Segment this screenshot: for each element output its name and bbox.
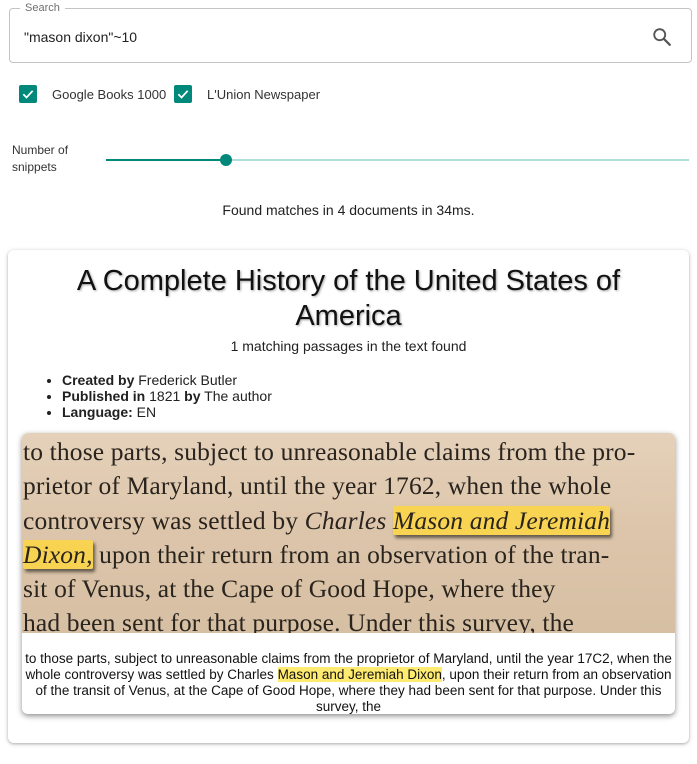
meta-year: 1821 (149, 388, 181, 404)
scan-line: had been sent for that purpose. Under th… (23, 608, 575, 633)
filter-label: L'Union Newspaper (207, 86, 321, 102)
meta-author: Frederick Butler (138, 372, 238, 388)
transcript-highlight: Mason and Jeremiah Dixon (277, 667, 442, 682)
meta-publisher: The author (204, 388, 272, 404)
search-status: Found matches in 4 documents in 34ms. (222, 202, 475, 218)
meta-language-label: Language: (62, 404, 133, 420)
meta-created-label: Created by (62, 372, 135, 388)
search-label: Search (20, 2, 65, 14)
snippets-slider[interactable] (106, 154, 689, 166)
scan-text: controversy was settled by (23, 505, 305, 535)
meta-by-label: by (184, 388, 201, 404)
filter-google-books[interactable]: Google Books 1000 (19, 84, 166, 104)
snippet-transcript: to those parts, subject to unreasonable … (22, 651, 675, 714)
search-field[interactable]: Search (9, 2, 692, 63)
scan-highlight: Dixon, (23, 539, 93, 569)
scan-highlight: Mason and Jeremiah (393, 505, 611, 535)
filter-lunion-newspaper[interactable]: L'Union Newspaper (174, 84, 320, 104)
checkbox-checked-icon[interactable] (19, 85, 37, 103)
scan-line: to those parts, subject to unreasonable … (23, 437, 636, 466)
snippets-slider-label: Number of snippets (12, 143, 69, 174)
scan-line: Dixon, upon their return from an observa… (23, 538, 675, 572)
page-scan-image: to those parts, subject to unreasonable … (22, 433, 675, 633)
match-count: 1 matching passages in the text found (230, 338, 467, 354)
scan-line: sit of Venus, at the Cape of Good Hope, … (23, 574, 556, 604)
meta-created: Created by Frederick Butler (62, 372, 272, 388)
scan-line: controversy was settled by Charles Mason… (23, 504, 675, 538)
filter-label: Google Books 1000 (52, 86, 167, 102)
meta-published: Published in 1821 by The author (62, 388, 272, 404)
document-title[interactable]: A Complete History of the United States … (38, 264, 659, 334)
search-icon[interactable] (651, 26, 673, 48)
scan-text-italic: Charles (304, 505, 393, 535)
meta-language: Language: EN (62, 404, 272, 420)
document-metadata: Created by Frederick Butler Published in… (62, 372, 272, 420)
slider-track (106, 159, 226, 161)
meta-published-label: Published in (62, 388, 146, 404)
checkbox-checked-icon[interactable] (174, 85, 192, 103)
meta-language-value: EN (136, 404, 157, 420)
search-input[interactable] (24, 26, 624, 48)
slider-thumb[interactable] (219, 154, 232, 166)
scan-line: prietor of Maryland, until the year 1762… (23, 471, 612, 501)
result-card: A Complete History of the United States … (8, 250, 689, 743)
snippet[interactable]: to those parts, subject to unreasonable … (22, 433, 675, 714)
scan-text: upon their return from an observation of… (92, 539, 610, 569)
